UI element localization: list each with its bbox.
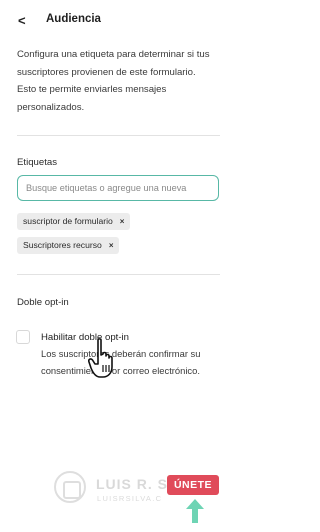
logo-icon: [54, 471, 86, 503]
tag-search-input[interactable]: [17, 175, 219, 201]
tag-label: Suscriptores recurso: [23, 240, 102, 250]
tag-chip: suscriptor de formulario ×: [17, 213, 131, 230]
divider: [17, 274, 220, 275]
double-optin-checkbox[interactable]: [16, 330, 30, 344]
watermark-name: LUIS R. S: [96, 476, 169, 492]
up-arrow-icon: [186, 499, 204, 523]
header-bar: < Audiencia: [0, 0, 257, 44]
tags-section-label: Etiquetas: [17, 157, 58, 168]
description-line: personalizados.: [17, 101, 85, 113]
hand-cursor-icon: [88, 338, 113, 378]
back-button[interactable]: <: [18, 12, 32, 30]
join-button[interactable]: ÚNETE: [167, 475, 219, 495]
description-line: Esto te permite enviarles mensajes: [17, 84, 167, 96]
double-optin-section-label: Doble opt-in: [17, 297, 69, 308]
tag-chip: Suscriptores recurso ×: [17, 237, 120, 254]
tag-label: suscriptor de formulario: [23, 216, 113, 226]
description-line: Configura una etiqueta para determinar s…: [17, 49, 210, 60]
description-text: Configura una etiqueta para determinar s…: [17, 46, 229, 116]
double-optin-description-line: consentimiento por correo electrónico.: [41, 364, 200, 376]
watermark-url: LUISRSILVA.C: [97, 494, 163, 503]
double-optin-description-line: Los suscriptores deberán confirmar su: [41, 348, 201, 359]
divider: [17, 135, 220, 136]
tag-remove-icon[interactable]: ×: [120, 213, 125, 230]
tag-remove-icon[interactable]: ×: [109, 237, 114, 254]
description-line: suscriptores provienen de este formulari…: [17, 66, 196, 78]
double-optin-description: Los suscriptores deberán confirmar su co…: [41, 346, 221, 379]
page-title: Audiencia: [46, 13, 101, 25]
